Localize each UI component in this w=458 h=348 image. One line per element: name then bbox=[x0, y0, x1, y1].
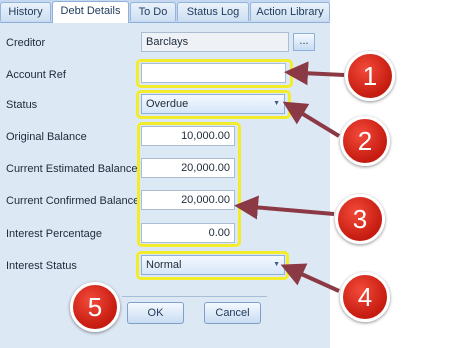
callout-3: 3 bbox=[335, 194, 385, 244]
callout-2: 2 bbox=[340, 116, 390, 166]
callout-5: 5 bbox=[70, 282, 120, 332]
arrow-4 bbox=[280, 263, 340, 293]
callout-1: 1 bbox=[345, 51, 395, 101]
callout-4: 4 bbox=[340, 272, 390, 322]
arrow-1 bbox=[284, 61, 345, 86]
arrow-2 bbox=[282, 101, 341, 138]
arrow-3 bbox=[234, 195, 335, 220]
